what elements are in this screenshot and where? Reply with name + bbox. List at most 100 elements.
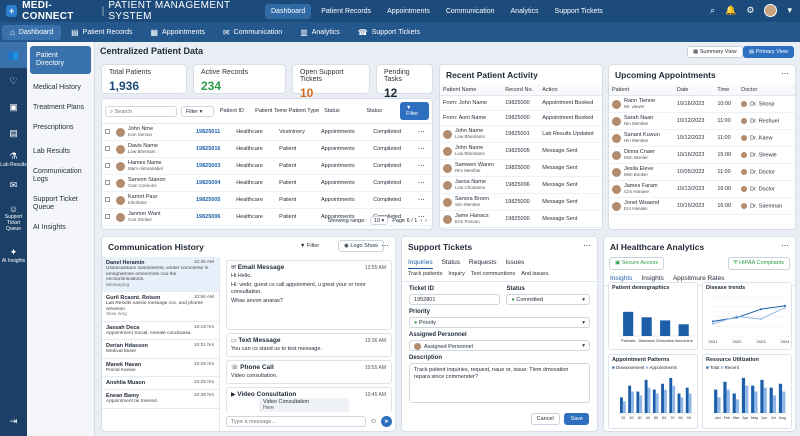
row-more-icon[interactable]: ⋯ <box>414 174 432 192</box>
row-checkbox[interactable] <box>105 145 110 151</box>
row-checkbox[interactable] <box>105 162 110 168</box>
subnav-patient-records[interactable]: ▤ Patient Records <box>63 25 140 40</box>
list-item[interactable]: Jassah Deca 10:19 hrs Appointment Social… <box>102 322 219 340</box>
primary-view-button[interactable]: ▤ Primary View <box>743 46 795 58</box>
row-more-icon[interactable]: ⋯ <box>414 140 432 158</box>
assigned-select[interactable]: Assigned Personnel ▾ <box>409 340 590 351</box>
chevron-left-icon[interactable]: ‹ <box>420 218 422 224</box>
patient-id[interactable]: 19825005 <box>193 191 234 209</box>
table-row[interactable]: Kariort Paur Inhohator 19825005 Healthcar… <box>102 191 432 209</box>
video-consultation-card[interactable]: ▶ Video Consultation 10:45 AM Video Cons… <box>226 387 392 412</box>
user-avatar[interactable] <box>764 4 778 17</box>
topnav-dashboard[interactable]: Dashboard <box>265 3 312 19</box>
list-item[interactable]: Manek Havan 10:26 hrs Pomal Kaowe <box>102 359 219 377</box>
sidebar-item-medical-history[interactable]: Medical History <box>27 78 94 98</box>
message-input[interactable]: Type a message... <box>226 416 366 427</box>
send-button[interactable]: ➤ <box>381 416 392 427</box>
more-icon[interactable]: ⋯ <box>781 241 789 250</box>
rail-ai[interactable]: ✦ AI Insights <box>0 238 27 272</box>
sidebar-item-prescriptions[interactable]: Prescriptions <box>27 118 94 138</box>
table-row[interactable]: From: Aont Name 19825000 Appointment Boo… <box>440 110 602 126</box>
rail-prescriptions[interactable]: ▤ <box>0 120 27 146</box>
patient-id[interactable]: 19825006 <box>193 208 234 226</box>
subtab-inquiry[interactable]: Inquiry <box>448 269 465 279</box>
rail-support[interactable]: ☺ Support Ticket Queue <box>0 198 27 238</box>
tab-inquiries[interactable]: Inquiries <box>408 257 433 269</box>
tab-status[interactable]: Status <box>442 257 460 269</box>
priority-select[interactable]: ● Priority ▾ <box>409 317 590 328</box>
table-row[interactable]: Rann Tienne Mr. viewer 10/16/2023 10:00 D… <box>609 95 795 113</box>
patient-id[interactable]: 19825016 <box>193 140 234 158</box>
phone-call-card[interactable]: ☏ Phone Call 10:55 AM Video consultation… <box>226 360 392 384</box>
sidebar-item-treatment-plans[interactable]: Treatment Plans <box>27 98 94 118</box>
row-checkbox[interactable] <box>105 196 110 202</box>
tab-issues[interactable]: Issues <box>505 257 524 269</box>
table-row[interactable]: Davis Name Low Bhentam 19825016 Healthcar… <box>102 140 432 158</box>
table-row[interactable]: Jame Hanacs Erm Posoon 19825000 Message S… <box>440 210 602 228</box>
table-row[interactable]: James Faram Cim Hanaee 10/13/2023 16:00 D… <box>609 180 795 198</box>
table-row[interactable]: Sanvon Stanon Cam Consons 19825004 Health… <box>102 174 432 192</box>
topnav-analytics[interactable]: Analytics <box>505 4 545 19</box>
video-attachment[interactable]: Video Consultation Here <box>259 398 349 412</box>
patient-id[interactable]: 19825003 <box>193 157 234 175</box>
row-more-icon[interactable]: ⋯ <box>414 124 432 141</box>
more-icon[interactable]: ⋯ <box>583 241 591 250</box>
range-select[interactable]: 10 ▾ <box>369 216 389 225</box>
comm-filter-button[interactable]: ▼ Filter <box>295 241 325 251</box>
subnav-appointments[interactable]: ▦ Appointments <box>142 25 212 40</box>
table-row[interactable]: Javoa Name Low Chontams 19825006 Message … <box>440 176 602 194</box>
tab-requests[interactable]: Requests <box>469 257 496 269</box>
rail-logout[interactable]: ⇥ <box>0 408 27 434</box>
rail-patients[interactable]: 👥 <box>0 42 27 68</box>
table-row[interactable]: Samwen Waren Rim Member 19825000 Message … <box>440 159 602 177</box>
text-message-card[interactable]: ▭ Text Message 10:36 AM You can cs stand… <box>226 333 392 357</box>
table-row[interactable]: Jonet Wsaend Ern Hanaks 10/16/2023 16:00 … <box>609 197 795 215</box>
table-row[interactable]: John Name Low Bhentams 19825005 Message S… <box>440 142 602 160</box>
rail-lab-results[interactable]: ⚗ Lab Results <box>0 146 27 172</box>
patient-filter-select[interactable]: Filter ▾ <box>180 105 214 117</box>
row-checkbox[interactable] <box>105 179 110 185</box>
subnav-communication[interactable]: ✉ Communication <box>215 25 290 40</box>
patient-id[interactable]: 19825004 <box>193 174 234 192</box>
table-row[interactable]: Hames Name Mam Alemanabel 19825003 Health… <box>102 157 432 175</box>
logo-show-button[interactable]: ◉ Logo Show <box>338 240 384 252</box>
rail-history[interactable]: ♡ <box>0 68 27 94</box>
chevron-right-icon[interactable]: › <box>425 218 427 224</box>
sidebar-item-communication-logs[interactable]: Communication Logs <box>27 162 94 190</box>
row-more-icon[interactable]: ⋯ <box>414 157 432 175</box>
sidebar-item-patient-directory[interactable]: Patient Directory <box>30 46 91 74</box>
emoji-icon[interactable]: ☺ <box>370 418 377 425</box>
patient-id[interactable]: 19825011 <box>193 124 234 141</box>
sidebar-item-support-ticket-queue[interactable]: Support Ticket Queue <box>27 190 94 218</box>
row-checkbox[interactable] <box>105 213 110 219</box>
search-icon[interactable]: ⌕ <box>710 5 715 16</box>
list-item[interactable]: Danel Heramin 10:36 AM Ussarcassuce somm… <box>102 257 219 292</box>
row-more-icon[interactable]: ⋯ <box>414 191 432 209</box>
gear-icon[interactable]: ⚙ <box>746 5 754 16</box>
table-row[interactable]: Sanant Kuwun Hin Member 10/12/2023 11:00 … <box>609 129 795 147</box>
topnav-communication[interactable]: Communication <box>440 4 501 19</box>
subtab-issues[interactable]: And issues. <box>521 269 549 279</box>
chevron-down-icon[interactable]: ▾ <box>787 5 792 16</box>
rail-communication[interactable]: ✉ <box>0 172 27 198</box>
more-icon[interactable]: ⋯ <box>381 241 389 250</box>
description-textarea[interactable]: Track patient inquiries, request, naue o… <box>409 363 590 403</box>
table-row[interactable]: Sarah Naan Nin Member 10/12/2023 11:00 Dr… <box>609 112 795 130</box>
summary-view-button[interactable]: ▦ Summary View <box>687 46 743 58</box>
save-button[interactable]: Save <box>564 413 589 425</box>
bell-icon[interactable]: 🔔 <box>725 5 736 16</box>
table-row[interactable]: From: John Name 19825000 Appointment Boo… <box>440 95 602 111</box>
table-row[interactable]: Dinna Cnaer Mim Wonler 10/16/2023 15:00 D… <box>609 146 795 164</box>
topnav-patient-records[interactable]: Patient Records <box>315 4 377 19</box>
table-row[interactable]: Sanora Broen Sim Member 19825000 Message … <box>440 193 602 211</box>
list-item[interactable]: Guril Rcaont. Roisen 10:56 AM Lab Result… <box>102 292 219 322</box>
sidebar-item-lab-results[interactable]: Lab Results <box>27 142 94 162</box>
table-row[interactable]: Jesila Eleve Mim Booker 10/05/2023 11:00 … <box>609 163 795 181</box>
table-row[interactable]: John Name Low Bhentams 19825001 Lab Resul… <box>440 125 602 143</box>
table-row[interactable]: John Nme Icon Semun 19825011 Healthcare V… <box>102 124 432 141</box>
email-message-card[interactable]: ✉ Email Message 12:55 AM Hi Hello, Hi: v… <box>226 260 392 330</box>
rail-treatment[interactable]: ▣ <box>0 94 27 120</box>
cancel-button[interactable]: Cancel <box>530 413 560 425</box>
list-item[interactable]: Derian Hdasson 10:21 hrs Medival Moter <box>102 340 219 359</box>
ticket-id-input[interactable]: 1952801 <box>409 294 501 305</box>
